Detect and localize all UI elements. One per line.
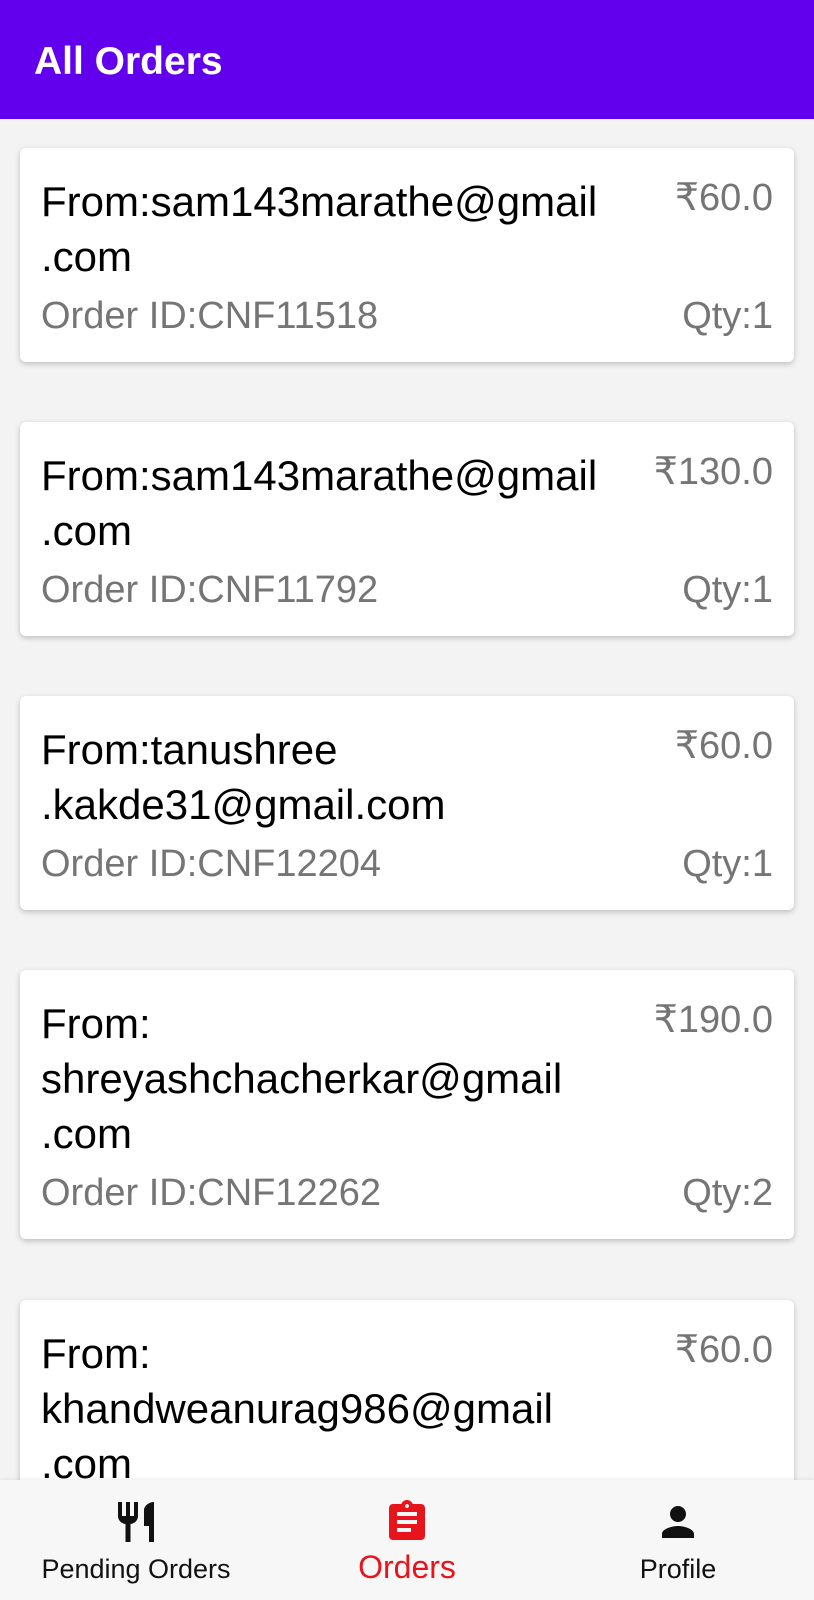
order-qty: Qty:1 bbox=[682, 295, 773, 337]
order-card[interactable]: From:sam143marathe@gmail .com ₹130.0 Ord… bbox=[20, 422, 794, 636]
nav-label: Orders bbox=[358, 1549, 456, 1585]
order-from: From: khandweanurag986@gmail .com bbox=[41, 1330, 553, 1480]
person-icon bbox=[662, 1506, 694, 1538]
restaurant-icon bbox=[118, 1502, 154, 1542]
bottom-navigation: Pending Orders Orders Profile bbox=[0, 1480, 814, 1600]
order-id: Order ID:CNF11518 bbox=[41, 295, 379, 337]
nav-label: Pending Orders bbox=[41, 1554, 231, 1584]
order-qty: Qty:1 bbox=[682, 843, 773, 885]
order-qty: Qty:1 bbox=[682, 569, 773, 611]
order-qty: Qty:2 bbox=[682, 1172, 773, 1214]
order-id: Order ID:CNF11792 bbox=[41, 569, 379, 611]
nav-item-orders[interactable]: Orders bbox=[271, 1480, 543, 1600]
page-title: All Orders bbox=[34, 40, 223, 83]
order-list[interactable]: From:sam143marathe@gmail .com ₹60.0 Orde… bbox=[0, 119, 814, 1480]
order-price: ₹60.0 bbox=[674, 725, 773, 767]
order-id: Order ID:CNF12262 bbox=[41, 1172, 382, 1214]
order-from: From: shreyashchacherkar@gmail .com bbox=[41, 1000, 563, 1157]
nav-label: Profile bbox=[639, 1554, 717, 1584]
order-card[interactable]: From: shreyashchacherkar@gmail .com ₹190… bbox=[20, 970, 794, 1239]
nav-item-profile[interactable]: Profile bbox=[542, 1480, 814, 1600]
order-id: Order ID:CNF12204 bbox=[41, 843, 382, 885]
assignment-icon bbox=[389, 1500, 425, 1540]
order-card[interactable]: From:tanushree .kakde31@gmail.com ₹60.0 … bbox=[20, 696, 794, 910]
order-price: ₹60.0 bbox=[674, 1329, 773, 1371]
order-price: ₹130.0 bbox=[653, 451, 773, 493]
order-card[interactable]: From:sam143marathe@gmail .com ₹60.0 Orde… bbox=[20, 148, 794, 362]
order-card[interactable]: From: khandweanurag986@gmail .com ₹60.0 bbox=[20, 1300, 794, 1480]
order-from: From:tanushree .kakde31@gmail.com bbox=[41, 726, 446, 828]
order-from: From:sam143marathe@gmail .com bbox=[41, 452, 598, 554]
order-price: ₹60.0 bbox=[674, 177, 773, 219]
order-from: From:sam143marathe@gmail .com bbox=[41, 178, 598, 280]
app-bar: All Orders bbox=[0, 0, 814, 119]
order-price: ₹190.0 bbox=[653, 999, 773, 1041]
nav-item-pending-orders[interactable]: Pending Orders bbox=[0, 1480, 272, 1600]
